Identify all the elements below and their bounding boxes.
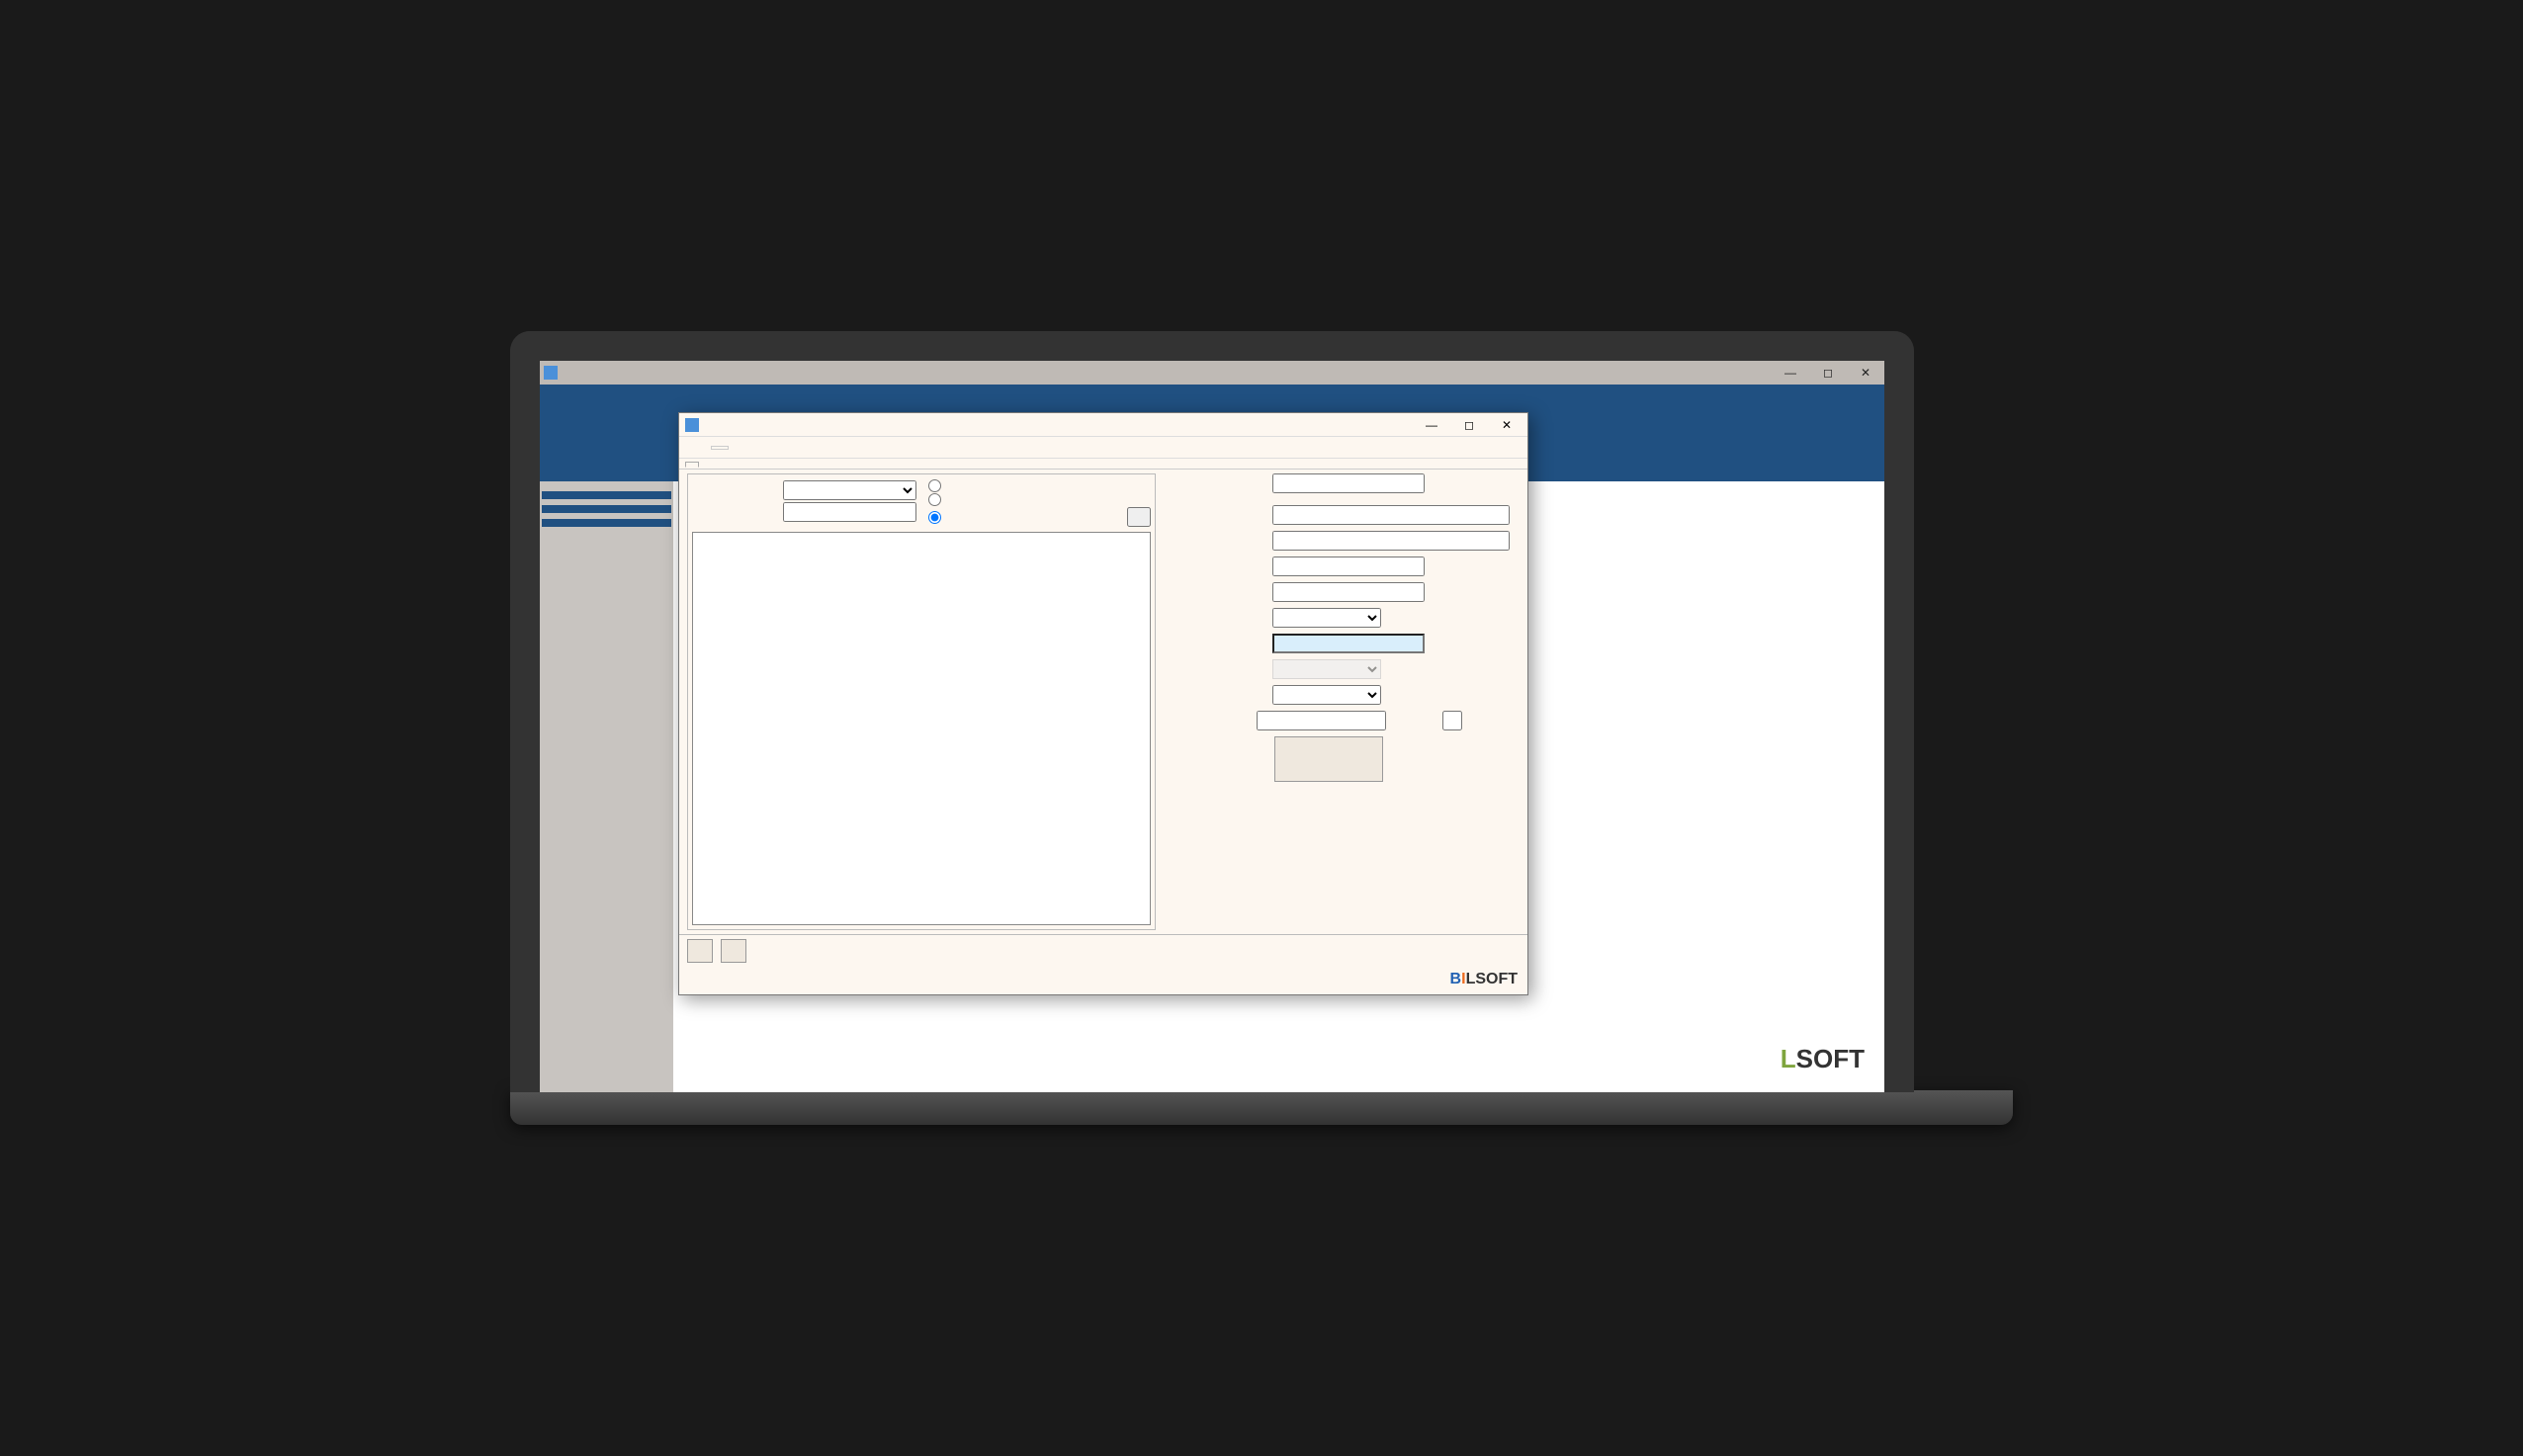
alis-fiyati-input[interactable]	[1272, 582, 1425, 602]
brand-logo: LSOFT	[1781, 1044, 1865, 1074]
main-titlebar: — ◻ ✕	[540, 361, 1884, 385]
tab-stok-islemler[interactable]	[723, 461, 735, 467]
tab-stok-sayim[interactable]	[685, 462, 699, 468]
dialog-maximize-button[interactable]: ◻	[1454, 416, 1484, 434]
depo-seciniz-select[interactable]	[783, 480, 916, 500]
listelenen-bakiye-raporu-button[interactable]	[687, 939, 713, 963]
urun-adi-input[interactable]	[1272, 531, 1510, 551]
license-label	[711, 446, 729, 450]
minimize-button[interactable]: —	[1776, 364, 1805, 382]
sidebar-header-musteri	[542, 519, 671, 527]
satis-fiyati-input[interactable]	[1272, 557, 1425, 576]
sidebar-header-genel	[542, 491, 671, 499]
barkod-no-input[interactable]	[1272, 505, 1510, 525]
dialog-close-button[interactable]: ✕	[1492, 416, 1522, 434]
detail-panel	[1164, 473, 1520, 930]
tab-genel-ayar[interactable]	[740, 461, 752, 467]
dialog-menu	[679, 437, 1527, 459]
sidebar	[540, 481, 673, 1092]
risk-limit-input[interactable]	[1257, 711, 1386, 730]
maximize-button[interactable]: ◻	[1813, 364, 1843, 382]
tab-sayim-islemleri[interactable]	[705, 461, 717, 467]
stoklar-panel	[687, 473, 1156, 930]
islem-turu-select	[1272, 659, 1381, 679]
radio-tum-stok[interactable]	[928, 511, 941, 524]
stok-sayim-dialog: — ◻ ✕	[678, 412, 1528, 995]
arama-input[interactable]	[783, 502, 916, 522]
app-icon	[544, 366, 558, 380]
dialog-minimize-button[interactable]: —	[1417, 416, 1446, 434]
dialog-tabs	[679, 459, 1527, 470]
risk-limit-checkbox[interactable]	[1398, 711, 1507, 730]
close-button[interactable]: ✕	[1851, 364, 1880, 382]
sidebar-header-kullanici	[542, 505, 671, 513]
stok-fark-raporu-button[interactable]	[721, 939, 746, 963]
dialog-app-icon	[685, 418, 699, 432]
depo-select[interactable]	[1272, 685, 1381, 705]
radio-sayim-yapilmayan[interactable]	[928, 493, 941, 506]
bilsoft-logo: BILSOFT	[1450, 971, 1518, 988]
main-menubar	[540, 385, 1884, 412]
radio-sayim-yapilan[interactable]	[928, 479, 941, 492]
barkod-no-ara-input[interactable]	[1272, 473, 1425, 493]
sayim-kaydet-button[interactable]	[1274, 736, 1383, 782]
sayim-miktar-input[interactable]	[1272, 634, 1425, 653]
stok-grid[interactable]	[692, 532, 1151, 925]
grup-select[interactable]	[1272, 608, 1381, 628]
dialog-titlebar: — ◻ ✕	[679, 413, 1527, 437]
ara-button[interactable]	[1127, 507, 1151, 527]
